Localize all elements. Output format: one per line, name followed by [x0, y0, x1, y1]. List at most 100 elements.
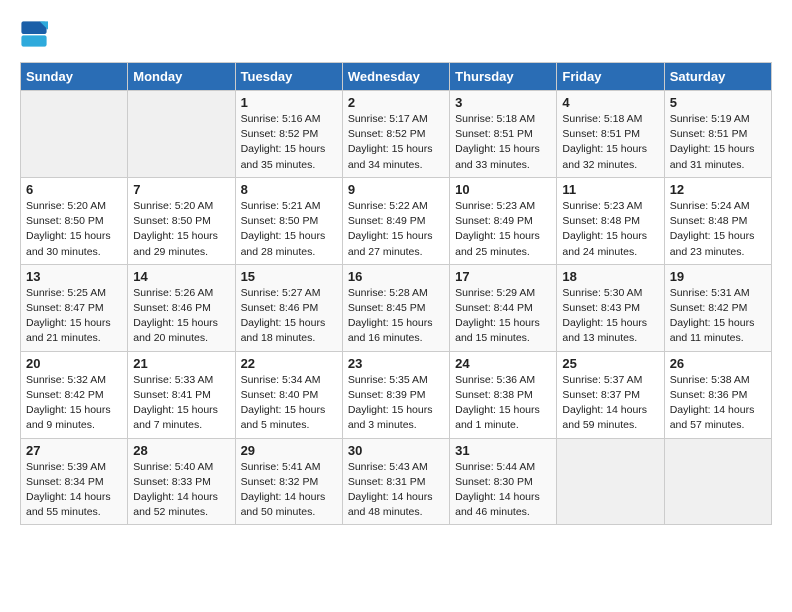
- calendar-cell: 5Sunrise: 5:19 AMSunset: 8:51 PMDaylight…: [664, 91, 771, 178]
- cell-line: Sunrise: 5:37 AM: [562, 374, 642, 386]
- header: [20, 20, 772, 48]
- cell-line: Daylight: 15 hours and 1 minute.: [455, 404, 540, 431]
- cell-content: Sunrise: 5:24 AMSunset: 8:48 PMDaylight:…: [670, 199, 766, 260]
- cell-line: Sunset: 8:39 PM: [348, 389, 426, 401]
- day-header-friday: Friday: [557, 63, 664, 91]
- cell-line: Daylight: 14 hours and 59 minutes.: [562, 404, 647, 431]
- day-number: 21: [133, 356, 229, 371]
- day-number: 9: [348, 182, 444, 197]
- cell-content: Sunrise: 5:32 AMSunset: 8:42 PMDaylight:…: [26, 373, 122, 434]
- calendar-cell: 7Sunrise: 5:20 AMSunset: 8:50 PMDaylight…: [128, 177, 235, 264]
- cell-line: Daylight: 15 hours and 32 minutes.: [562, 143, 647, 170]
- cell-line: Daylight: 14 hours and 48 minutes.: [348, 491, 433, 518]
- cell-line: Sunset: 8:32 PM: [241, 476, 319, 488]
- calendar-cell: 20Sunrise: 5:32 AMSunset: 8:42 PMDayligh…: [21, 351, 128, 438]
- cell-line: Sunset: 8:42 PM: [26, 389, 104, 401]
- calendar-cell: 31Sunrise: 5:44 AMSunset: 8:30 PMDayligh…: [450, 438, 557, 525]
- cell-line: Sunset: 8:52 PM: [348, 128, 426, 140]
- cell-content: Sunrise: 5:40 AMSunset: 8:33 PMDaylight:…: [133, 460, 229, 521]
- day-header-tuesday: Tuesday: [235, 63, 342, 91]
- cell-line: Sunrise: 5:28 AM: [348, 287, 428, 299]
- cell-content: Sunrise: 5:35 AMSunset: 8:39 PMDaylight:…: [348, 373, 444, 434]
- cell-content: Sunrise: 5:27 AMSunset: 8:46 PMDaylight:…: [241, 286, 337, 347]
- cell-content: Sunrise: 5:39 AMSunset: 8:34 PMDaylight:…: [26, 460, 122, 521]
- cell-line: Sunrise: 5:36 AM: [455, 374, 535, 386]
- cell-content: Sunrise: 5:17 AMSunset: 8:52 PMDaylight:…: [348, 112, 444, 173]
- calendar-table: SundayMondayTuesdayWednesdayThursdayFrid…: [20, 62, 772, 525]
- cell-content: Sunrise: 5:20 AMSunset: 8:50 PMDaylight:…: [26, 199, 122, 260]
- calendar-week-3: 13Sunrise: 5:25 AMSunset: 8:47 PMDayligh…: [21, 264, 772, 351]
- calendar-cell: 9 Sunrise: 5:22 AM Sunset: 8:49 PM Daylight…: [342, 177, 449, 264]
- calendar-week-5: 27 Sunrise: 5:39 AMSunset: 8:34 PMDayligh…: [21, 438, 772, 525]
- cell-content: Sunrise: 5:23 AMSunset: 8:48 PMDaylight:…: [562, 199, 658, 260]
- cell-content: Sunrise: 5:33 AMSunset: 8:41 PMDaylight:…: [133, 373, 229, 434]
- cell-content: Sunrise: 5:36 AMSunset: 8:38 PMDaylight:…: [455, 373, 551, 434]
- day-number: 4: [562, 95, 658, 110]
- calendar-cell: 2Sunrise: 5:17 AMSunset: 8:52 PMDaylight…: [342, 91, 449, 178]
- calendar-cell: 10Sunrise: 5:23 AMSunset: 8:49 PMDayligh…: [450, 177, 557, 264]
- cell-content: Sunrise: 5:34 AMSunset: 8:40 PMDaylight:…: [241, 373, 337, 434]
- day-number: 15: [241, 269, 337, 284]
- day-number: 2: [348, 95, 444, 110]
- cell-line: Sunrise: 5:17 AM: [348, 113, 428, 125]
- cell-content: Sunrise: 5:41 AMSunset: 8:32 PMDaylight:…: [241, 460, 337, 521]
- day-number: 18: [562, 269, 658, 284]
- calendar-cell: 12Sunrise: 5:24 AMSunset: 8:48 PMDayligh…: [664, 177, 771, 264]
- calendar-cell: 21Sunrise: 5:33 AMSunset: 8:41 PMDayligh…: [128, 351, 235, 438]
- cell-line: Sunrise: 5:20 AM: [133, 200, 213, 212]
- calendar-cell: 8 Sunrise: 5:21 AMSunset: 8:50 PMDaylight…: [235, 177, 342, 264]
- cell-line: Sunset: 8:45 PM: [348, 302, 426, 314]
- cell-line: Daylight: 15 hours and 28 minutes.: [241, 230, 326, 257]
- calendar-cell: 17Sunrise: 5:29 AMSunset: 8:44 PMDayligh…: [450, 264, 557, 351]
- cell-content: Sunrise: 5:22 AM Sunset: 8:49 PM Daylight:…: [348, 199, 444, 260]
- calendar-cell: 18Sunrise: 5:30 AMSunset: 8:43 PMDayligh…: [557, 264, 664, 351]
- cell-line: Daylight: 15 hours and 16 minutes.: [348, 317, 433, 344]
- cell-content: Sunrise: 5:28 AM Sunset: 8:45 PM Daylight:…: [348, 286, 444, 347]
- cell-line: Sunset: 8:37 PM: [562, 389, 640, 401]
- day-number: 23: [348, 356, 444, 371]
- cell-line: Sunrise: 5:24 AM: [670, 200, 750, 212]
- cell-line: Sunrise: 5:25 AM: [26, 287, 106, 299]
- cell-line: Sunset: 8:49 PM: [348, 215, 426, 227]
- cell-line: Sunset: 8:33 PM: [133, 476, 211, 488]
- calendar-cell: 4 Sunrise: 5:18 AMSunset: 8:51 PMDaylight…: [557, 91, 664, 178]
- calendar-cell: 24 Sunrise: 5:36 AMSunset: 8:38 PMDayligh…: [450, 351, 557, 438]
- day-number: 24: [455, 356, 551, 371]
- day-number: 31: [455, 443, 551, 458]
- day-number: 27: [26, 443, 122, 458]
- cell-line: Sunset: 8:31 PM: [348, 476, 426, 488]
- cell-line: Sunset: 8:44 PM: [455, 302, 533, 314]
- cell-line: Daylight: 15 hours and 24 minutes.: [562, 230, 647, 257]
- cell-content: Sunrise: 5:19 AMSunset: 8:51 PMDaylight:…: [670, 112, 766, 173]
- cell-line: Sunrise: 5:33 AM: [133, 374, 213, 386]
- calendar-week-1: 1Sunrise: 5:16 AMSunset: 8:52 PMDaylight…: [21, 91, 772, 178]
- day-number: 22: [241, 356, 337, 371]
- cell-line: Daylight: 15 hours and 33 minutes.: [455, 143, 540, 170]
- cell-line: Sunrise: 5:22 AM: [348, 200, 428, 212]
- cell-line: Sunset: 8:46 PM: [241, 302, 319, 314]
- cell-line: Sunrise: 5:16 AM: [241, 113, 321, 125]
- cell-content: Sunrise: 5:18 AMSunset: 8:51 PMDaylight:…: [562, 112, 658, 173]
- day-number: 14: [133, 269, 229, 284]
- day-number: 8: [241, 182, 337, 197]
- cell-line: Daylight: 15 hours and 5 minutes.: [241, 404, 326, 431]
- calendar-cell: 28Sunrise: 5:40 AMSunset: 8:33 PMDayligh…: [128, 438, 235, 525]
- cell-line: Sunrise: 5:18 AM: [455, 113, 535, 125]
- calendar-week-2: 6 Sunrise: 5:20 AMSunset: 8:50 PMDaylight…: [21, 177, 772, 264]
- cell-line: Daylight: 15 hours and 29 minutes.: [133, 230, 218, 257]
- calendar-cell: 14 Sunrise: 5:26 AMSunset: 8:46 PMDayligh…: [128, 264, 235, 351]
- cell-line: Daylight: 15 hours and 27 minutes.: [348, 230, 433, 257]
- cell-line: Sunrise: 5:20 AM: [26, 200, 106, 212]
- cell-line: Sunset: 8:41 PM: [133, 389, 211, 401]
- cell-content: Sunrise: 5:37 AM Sunset: 8:37 PM Daylight:…: [562, 373, 658, 434]
- cell-line: Daylight: 15 hours and 21 minutes.: [26, 317, 111, 344]
- cell-line: Daylight: 14 hours and 50 minutes.: [241, 491, 326, 518]
- cell-content: Sunrise: 5:21 AMSunset: 8:50 PMDaylight:…: [241, 199, 337, 260]
- cell-content: Sunrise: 5:18 AMSunset: 8:51 PMDaylight:…: [455, 112, 551, 173]
- day-number: 6: [26, 182, 122, 197]
- cell-content: Sunrise: 5:26 AMSunset: 8:46 PMDaylight:…: [133, 286, 229, 347]
- cell-line: Sunrise: 5:21 AM: [241, 200, 321, 212]
- cell-line: Sunset: 8:34 PM: [26, 476, 104, 488]
- cell-line: Daylight: 15 hours and 23 minutes.: [670, 230, 755, 257]
- calendar-cell: 13Sunrise: 5:25 AMSunset: 8:47 PMDayligh…: [21, 264, 128, 351]
